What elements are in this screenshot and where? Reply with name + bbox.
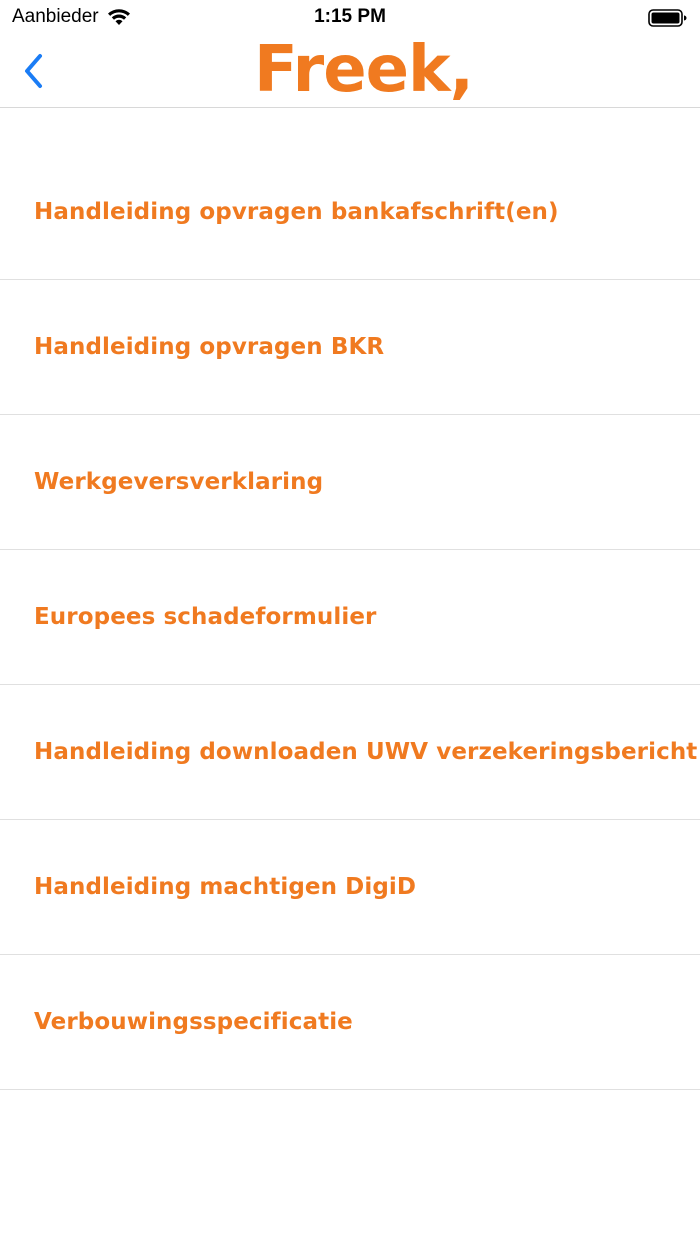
list-item-label: Handleiding machtigen DigiD: [34, 874, 417, 900]
list-item-europees-schadeformulier[interactable]: Europees schadeformulier: [0, 550, 700, 685]
back-button[interactable]: [14, 48, 54, 94]
list-item-label: Europees schadeformulier: [34, 604, 377, 630]
freek-logo: Freek,: [254, 33, 474, 107]
list-item-label: Werkgeversverklaring: [34, 469, 324, 495]
list-item-werkgeversverklaring[interactable]: Werkgeversverklaring: [0, 415, 700, 550]
list-item-label: Handleiding opvragen BKR: [34, 334, 385, 360]
list-item-bkr[interactable]: Handleiding opvragen BKR: [0, 280, 700, 415]
list-item-label: Verbouwingsspecificatie: [34, 1009, 353, 1035]
document-list: Handleiding opvragen bankafschrift(en) H…: [0, 145, 700, 1090]
list-item-bankafschrift[interactable]: Handleiding opvragen bankafschrift(en): [0, 145, 700, 280]
navigation-bar: Freek,: [0, 33, 700, 108]
list-item-verbouwingsspecificatie[interactable]: Verbouwingsspecificatie: [0, 955, 700, 1090]
battery-icon: [648, 9, 687, 27]
status-bar: Aanbieder 1:15 PM: [0, 0, 700, 36]
clock: 1:15 PM: [314, 6, 386, 27]
list-item-uwv-verzekeringsbericht[interactable]: Handleiding downloaden UWV verzekeringsb…: [0, 685, 700, 820]
logo-text: Freek,: [254, 33, 474, 107]
list-item-label: Handleiding downloaden UWV verzekeringsb…: [34, 739, 698, 765]
chevron-left-icon: [25, 54, 42, 88]
list-item-label: Handleiding opvragen bankafschrift(en): [34, 199, 559, 225]
list-item-machtigen-digid[interactable]: Handleiding machtigen DigiD: [0, 820, 700, 955]
